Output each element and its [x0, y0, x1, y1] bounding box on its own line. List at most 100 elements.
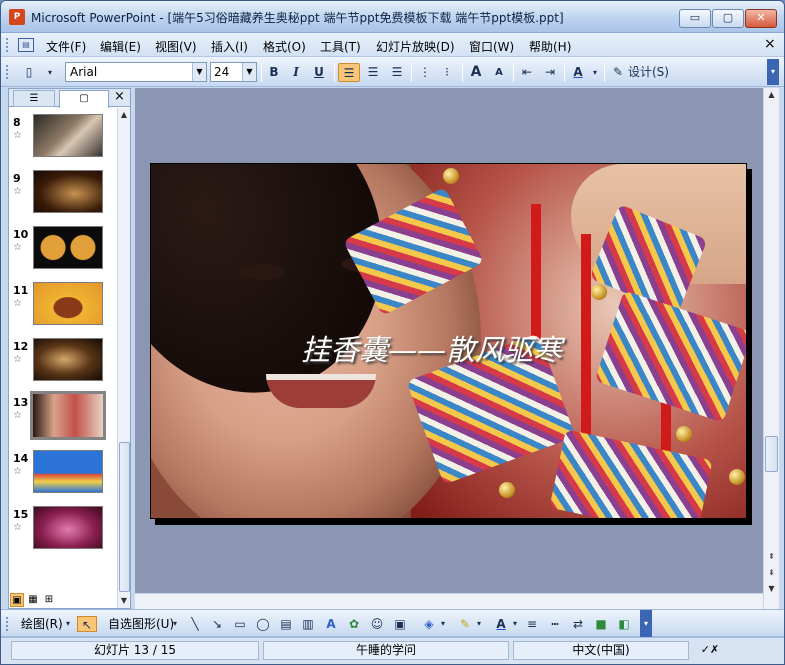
menu-tools[interactable]: 工具(T)	[320, 38, 361, 55]
design-button[interactable]: 设计(S)	[628, 63, 678, 82]
toolbar-grip[interactable]	[6, 65, 9, 79]
slide-thumbnail-12[interactable]: 12 ☆	[9, 338, 117, 384]
rectangle-tool-icon[interactable]: ▭	[232, 616, 248, 632]
clipart-icon[interactable]: ☺	[369, 616, 385, 632]
fill-color-icon[interactable]: ◈	[421, 616, 437, 632]
toolbar-options-icon[interactable]: ▾	[640, 610, 652, 637]
dash-style-icon[interactable]: ┅	[547, 616, 563, 632]
bold-button[interactable]: B	[265, 63, 283, 82]
menu-format[interactable]: 格式(O)	[263, 38, 306, 55]
slide-number: 12	[13, 340, 29, 353]
font-color-icon[interactable]: A	[493, 616, 509, 632]
slide-thumbnail-9[interactable]: 9 ☆	[9, 170, 117, 216]
slide-thumbnail-14[interactable]: 14 ☆	[9, 450, 117, 496]
spellcheck-icon[interactable]: ✓✗	[693, 641, 727, 660]
menu-window[interactable]: 窗口(W)	[469, 38, 514, 55]
document-close-icon[interactable]: ×	[764, 36, 776, 52]
chevron-down-icon[interactable]: ▾	[171, 616, 179, 632]
document-icon[interactable]: ▤	[18, 38, 34, 52]
font-color-icon[interactable]: A	[568, 63, 588, 82]
chevron-down-icon[interactable]: ▾	[475, 616, 483, 632]
slideshow-view-icon[interactable]: ⊞	[42, 593, 56, 607]
shadow-style-icon[interactable]: ■	[593, 616, 609, 632]
slide-sorter-view-icon[interactable]: ▦	[26, 593, 40, 607]
font-size-select[interactable]: 24 ▼	[210, 62, 257, 82]
italic-button[interactable]: I	[287, 63, 305, 82]
menu-insert[interactable]: 插入(I)	[211, 38, 248, 55]
slide-thumbnail-13[interactable]: 13 ☆	[9, 391, 117, 440]
new-document-icon[interactable]: ▯	[18, 63, 40, 82]
powerpoint-app-icon[interactable]: P	[9, 9, 25, 25]
align-center-icon[interactable]: ☰	[362, 63, 384, 82]
underline-button[interactable]: U	[310, 63, 328, 82]
autoshapes-button[interactable]: 自选图形(U)	[108, 615, 174, 634]
next-slide-icon[interactable]: ⇟	[764, 566, 779, 580]
toolbar-grip[interactable]	[6, 38, 9, 52]
tab-outline[interactable]: ☰	[13, 90, 55, 107]
slide-thumbnail-15[interactable]: 15 ☆	[9, 506, 117, 552]
current-slide[interactable]: 挂香囊——散风驱寒	[150, 163, 747, 519]
scroll-up-icon[interactable]: ▲	[118, 108, 130, 122]
previous-slide-icon[interactable]: ⇞	[764, 550, 779, 564]
arrow-style-icon[interactable]: ⇄	[570, 616, 586, 632]
menu-file[interactable]: 文件(F)	[46, 38, 86, 55]
normal-view-icon[interactable]: ▣	[10, 593, 24, 607]
line-tool-icon[interactable]: ╲	[187, 616, 203, 632]
menu-view[interactable]: 视图(V)	[155, 38, 197, 55]
slide-title[interactable]: 挂香囊——散风驱寒	[301, 327, 721, 369]
close-window-button[interactable]: ✕	[745, 9, 777, 28]
vertical-textbox-icon[interactable]: ▥	[300, 616, 316, 632]
slide-horizontal-scrollbar[interactable]	[135, 593, 763, 609]
slide-number: 8	[13, 116, 21, 129]
line-color-icon[interactable]: ✎	[457, 616, 473, 632]
menu-edit[interactable]: 编辑(E)	[100, 38, 141, 55]
slide-vertical-scrollbar[interactable]: ▲ ⇞ ⇟ ▼	[763, 88, 779, 609]
slide-thumbnail-10[interactable]: 10 ☆	[9, 226, 117, 272]
picture-icon[interactable]: ▣	[392, 616, 408, 632]
diagram-icon[interactable]: ✿	[346, 616, 362, 632]
increase-indent-icon[interactable]: ⇥	[540, 63, 560, 82]
bullet-list-icon[interactable]: ⁝	[437, 63, 457, 82]
line-style-icon[interactable]: ≡	[524, 616, 540, 632]
toolbar-grip[interactable]	[6, 617, 9, 631]
decrease-font-icon[interactable]: A	[489, 63, 509, 82]
increase-font-icon[interactable]: A	[466, 63, 486, 82]
decrease-indent-icon[interactable]: ⇤	[517, 63, 537, 82]
menu-slideshow[interactable]: 幻灯片放映(D)	[376, 38, 455, 55]
align-right-icon[interactable]: ☰	[386, 63, 408, 82]
3d-style-icon[interactable]: ◧	[616, 616, 632, 632]
align-left-icon[interactable]: ☰	[338, 63, 360, 82]
language-indicator[interactable]: 中文(中国)	[513, 641, 689, 660]
minimize-button[interactable]: ▭	[679, 9, 711, 28]
menu-help[interactable]: 帮助(H)	[529, 38, 571, 55]
toolbar-options-icon[interactable]: ▾	[767, 59, 779, 85]
chevron-down-icon[interactable]: ▼	[192, 63, 206, 81]
slide-photo-bead	[499, 482, 515, 498]
tab-slides[interactable]: ▢	[59, 90, 109, 108]
slide-thumbnail-11[interactable]: 11 ☆	[9, 282, 117, 328]
chevron-down-icon[interactable]: ▾	[64, 616, 72, 632]
thumbnail-scrollbar[interactable]: ▲ ▼	[117, 108, 130, 608]
chevron-down-icon[interactable]: ▼	[242, 63, 256, 81]
chevron-down-icon[interactable]: ▾	[590, 63, 600, 82]
panel-close-icon[interactable]: ×	[114, 89, 125, 104]
slide-thumbnail-8[interactable]: 8 ☆	[9, 114, 117, 160]
scroll-up-icon[interactable]: ▲	[764, 88, 779, 102]
toolbar-options-icon[interactable]: ▾	[45, 63, 55, 82]
numbered-list-icon[interactable]: ⋮	[415, 63, 435, 82]
chevron-down-icon[interactable]: ▾	[439, 616, 447, 632]
maximize-button[interactable]: ▢	[712, 9, 744, 28]
textbox-icon[interactable]: ▤	[278, 616, 294, 632]
scroll-down-icon[interactable]: ▼	[764, 582, 779, 596]
font-name-select[interactable]: Arial ▼	[65, 62, 207, 82]
oval-tool-icon[interactable]: ◯	[255, 616, 271, 632]
scrollbar-thumb[interactable]	[119, 442, 130, 592]
wordart-icon[interactable]: A	[323, 616, 339, 632]
arrow-tool-icon[interactable]: ↘	[209, 616, 225, 632]
select-pointer-icon[interactable]: ↖	[77, 616, 97, 632]
toolbar-separator	[411, 63, 412, 82]
draw-menu-button[interactable]: 绘图(R)	[21, 615, 63, 634]
title-bar[interactable]: P Microsoft PowerPoint - [端午5习俗暗藏养生奥秘ppt…	[1, 1, 784, 33]
scrollbar-thumb[interactable]	[765, 436, 778, 472]
chevron-down-icon[interactable]: ▾	[511, 616, 519, 632]
